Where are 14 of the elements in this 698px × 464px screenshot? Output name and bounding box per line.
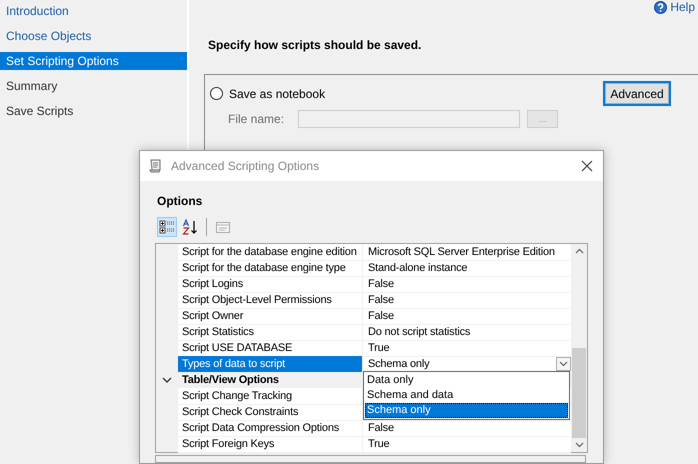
property-value: Stand-alone instance [368, 261, 468, 276]
property-value: Do not script statistics [368, 325, 470, 340]
section-heading: Specify how scripts should be saved. [207, 38, 422, 52]
property-value: False [368, 421, 394, 436]
property-value: True [368, 437, 390, 452]
property-value: False [368, 277, 394, 292]
property-value: False [368, 293, 394, 308]
property-value: Microsoft SQL Server Enterprise Edition [368, 245, 555, 260]
property-value: True [368, 341, 390, 356]
property-value: Schema only [368, 357, 430, 372]
property-value: False [368, 309, 394, 324]
field-label: File name: [228, 112, 284, 126]
dialog-title: Advanced Scripting Options [171, 159, 320, 173]
section-title: Options [157, 194, 204, 208]
